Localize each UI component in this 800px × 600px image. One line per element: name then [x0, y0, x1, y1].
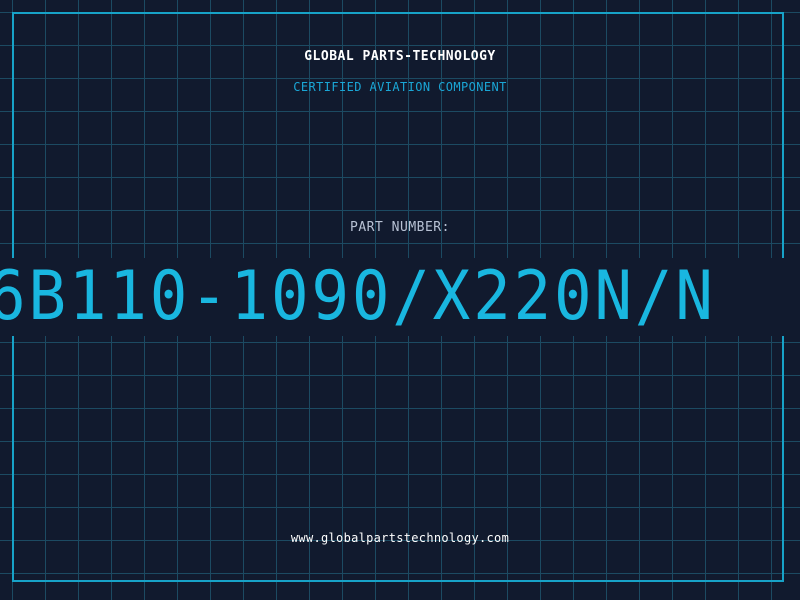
- part-number-label: PART NUMBER:: [350, 220, 450, 235]
- part-number-value: 6B110-1090/X220N/N: [0, 258, 716, 336]
- website-url: www.globalpartstechnology.com: [290, 531, 510, 545]
- certification-subtitle: CERTIFIED AVIATION COMPONENT: [293, 80, 507, 94]
- part-number-band: 6B110-1090/X220N/N: [0, 258, 800, 336]
- certificate-panel: GLOBAL PARTS-TECHNOLOGY CERTIFIED AVIATI…: [0, 0, 800, 600]
- company-name: GLOBAL PARTS-TECHNOLOGY: [304, 49, 496, 64]
